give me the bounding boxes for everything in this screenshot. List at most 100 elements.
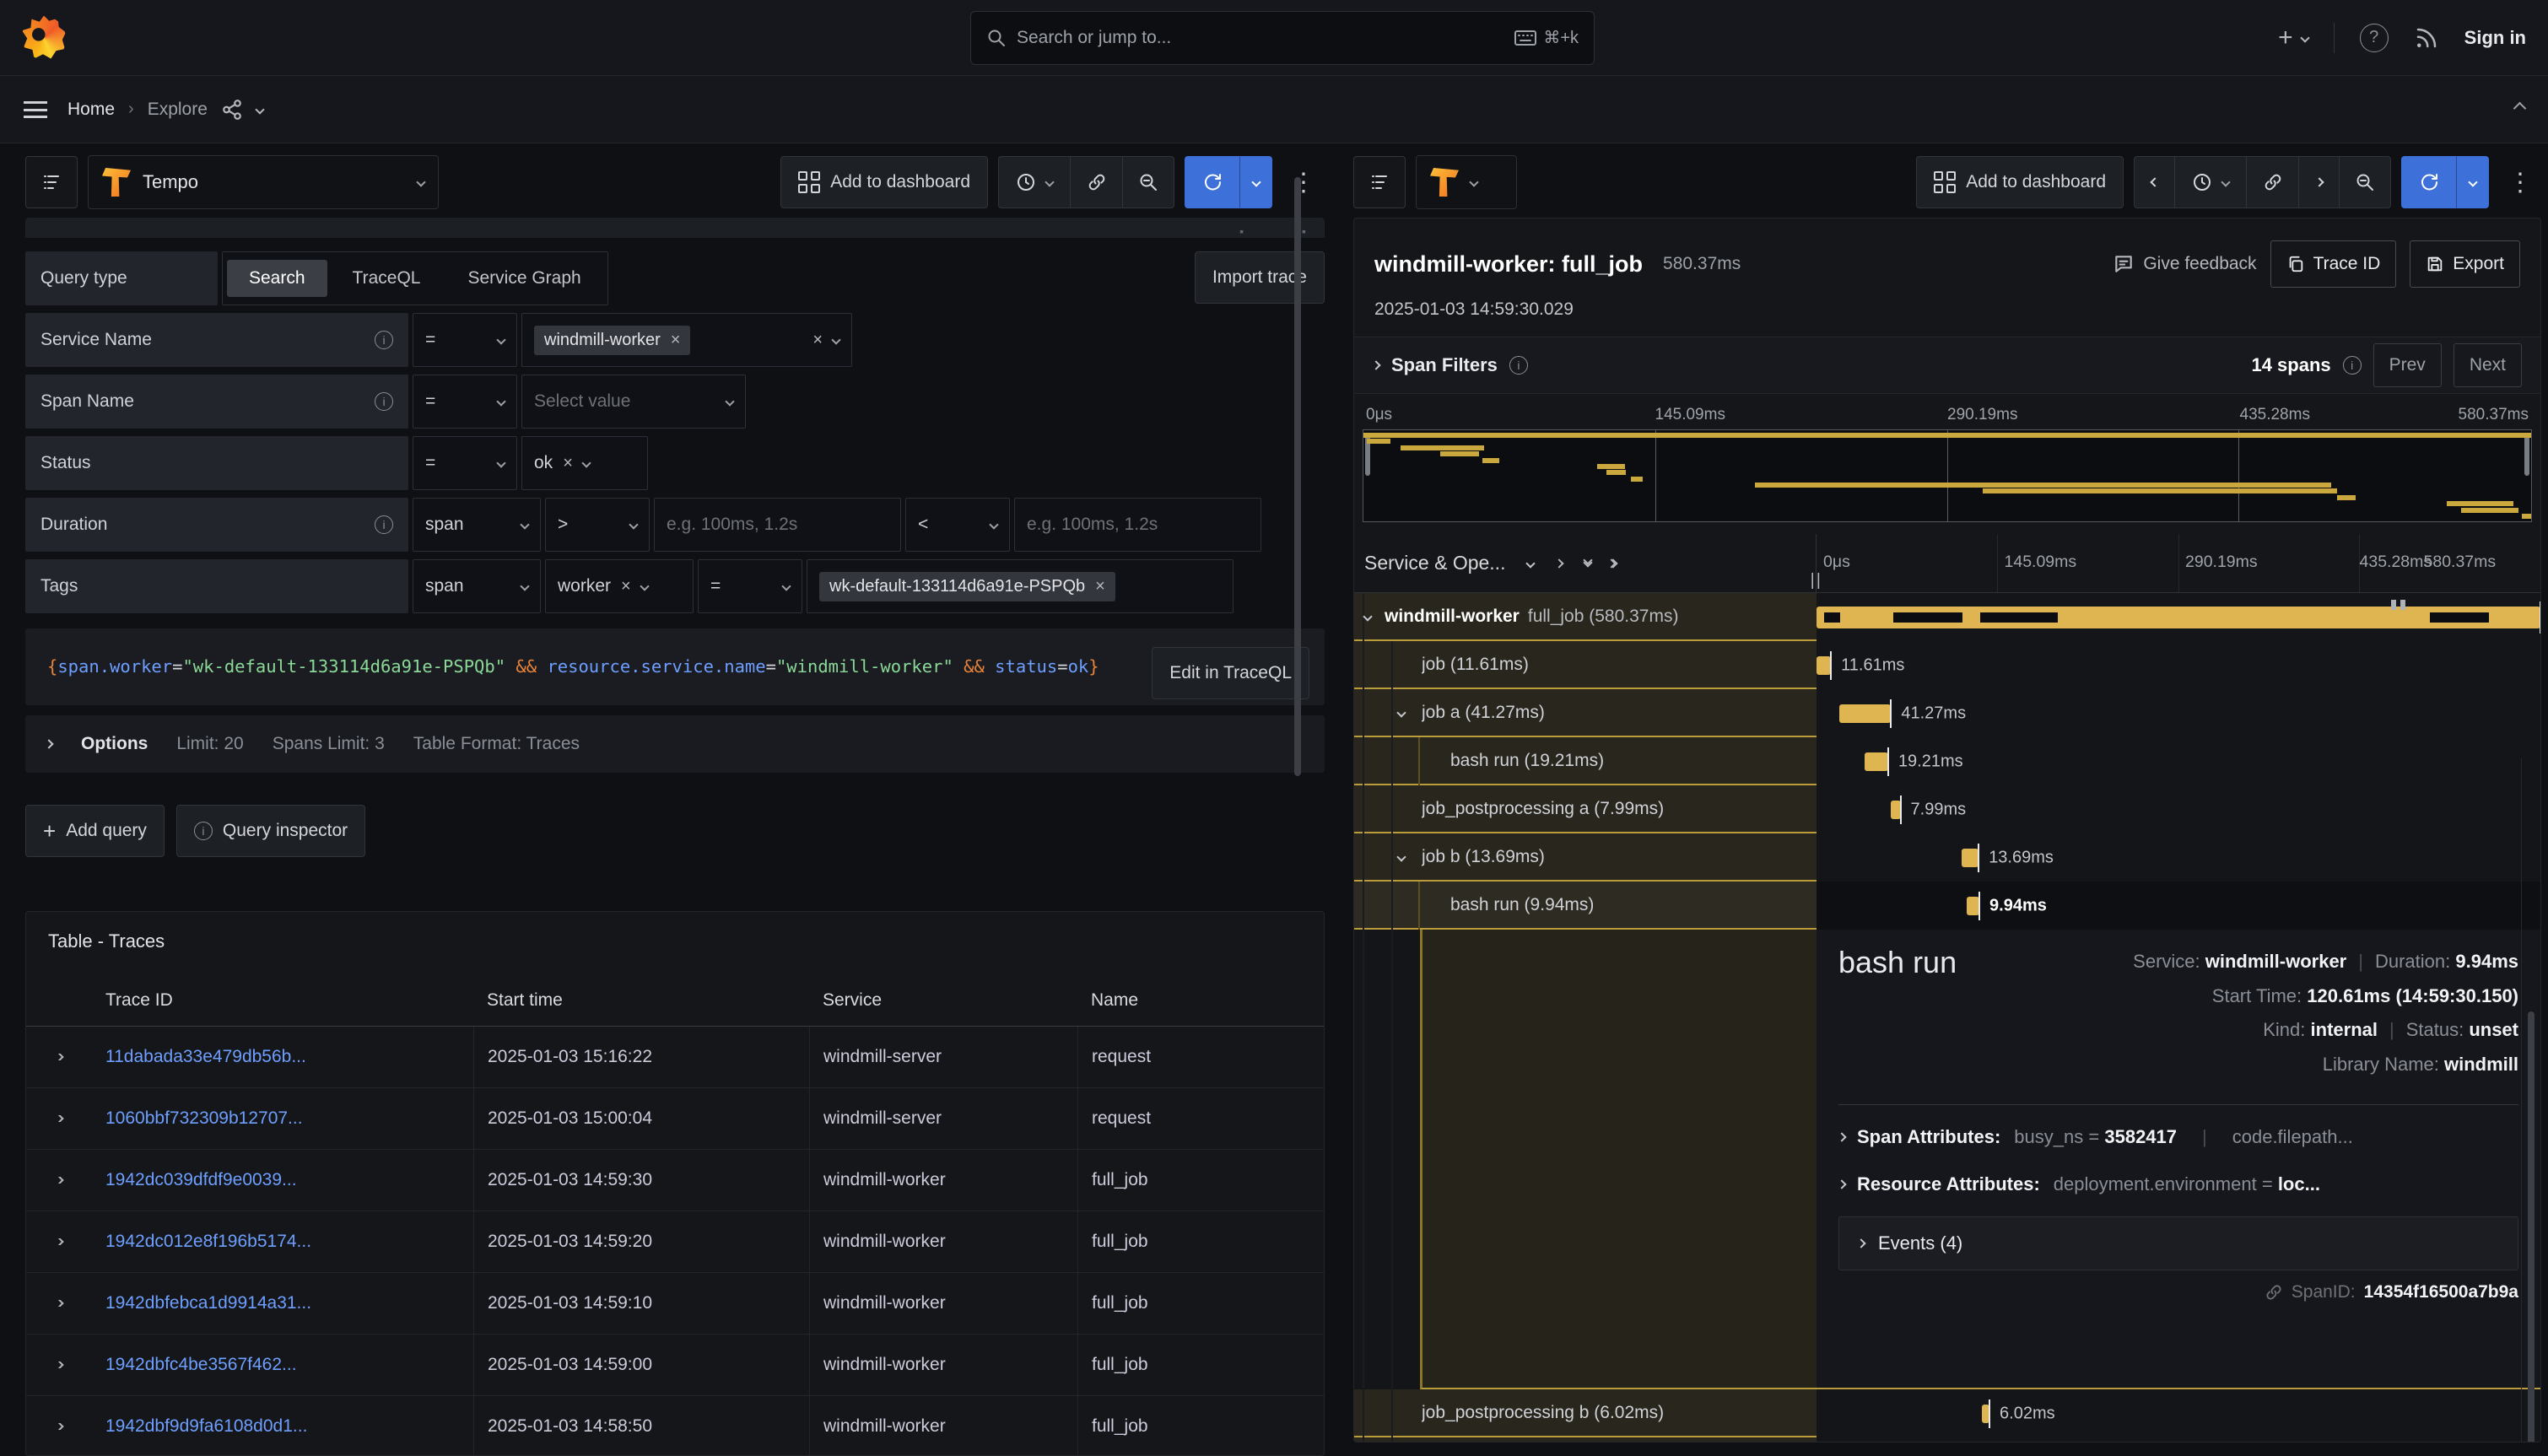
close-icon[interactable]: × xyxy=(621,578,631,595)
datasource-picker[interactable] xyxy=(1416,155,1517,209)
resource-attributes-row[interactable]: Resource Attributes: deployment.environm… xyxy=(1838,1161,2518,1208)
news-rss-icon[interactable] xyxy=(2414,25,2439,51)
give-feedback-button[interactable]: Give feedback xyxy=(2113,253,2256,275)
duration-max-input[interactable]: e.g. 100ms, 1.2s xyxy=(1014,498,1261,552)
span-bar-cell[interactable] xyxy=(1817,593,2540,641)
breadcrumb-explore[interactable]: Explore xyxy=(148,100,208,120)
time-shift-left-button[interactable] xyxy=(2134,156,2174,208)
duration-min-input[interactable]: e.g. 100ms, 1.2s xyxy=(654,498,901,552)
expand-row-icon[interactable] xyxy=(54,1362,63,1368)
trace-id-link[interactable]: 1942dc039dfdf9e0039... xyxy=(92,1170,473,1190)
span-bar[interactable] xyxy=(1817,656,1831,675)
add-query-button[interactable]: + Add query xyxy=(25,805,165,857)
chevron-down-icon[interactable] xyxy=(1396,852,1406,861)
zoom-out-button[interactable] xyxy=(1122,156,1174,208)
col-start-time[interactable]: Start time xyxy=(473,990,809,1011)
table-row[interactable]: 1942dc012e8f196b5174... 2025-01-03 14:59… xyxy=(26,1211,1324,1273)
trace-id-link[interactable]: 1942dc012e8f196b5174... xyxy=(92,1232,473,1252)
span-attributes-row[interactable]: Span Attributes: busy_ns = 3582417 | cod… xyxy=(1838,1114,2518,1161)
status-value-select[interactable]: ok × xyxy=(521,436,648,490)
col-name[interactable]: Name xyxy=(1077,990,1307,1011)
service-name-value-select[interactable]: windmill-worker× × xyxy=(521,313,852,367)
expand-row-icon[interactable] xyxy=(54,1054,63,1060)
span-bar-cell[interactable]: 11.61ms xyxy=(1817,641,2540,689)
collapse-all-icon[interactable] xyxy=(1584,561,1591,566)
trace-id-link[interactable]: 1060bbf732309b12707... xyxy=(92,1108,473,1129)
menu-icon[interactable] xyxy=(24,101,47,118)
kebab-menu-icon[interactable]: ⋮ xyxy=(2499,168,2541,197)
duration-gt-select[interactable]: > xyxy=(545,498,650,552)
chevron-down-icon[interactable] xyxy=(1396,708,1406,717)
new-menu-button[interactable]: + xyxy=(2278,24,2308,52)
span-row-root[interactable]: windmill-workerfull_job (580.37ms) xyxy=(1354,593,2540,641)
tags-scope-select[interactable]: span xyxy=(413,559,541,613)
table-row[interactable]: 1942dc039dfdf9e0039... 2025-01-03 14:59:… xyxy=(26,1150,1324,1211)
span-row[interactable]: job (11.61ms) 11.61ms xyxy=(1354,641,2540,689)
help-icon[interactable]: ? xyxy=(2360,24,2389,52)
add-to-dashboard-button[interactable]: Add to dashboard xyxy=(1916,156,2124,208)
span-bar[interactable] xyxy=(1982,1405,1989,1423)
trace-id-button[interactable]: Trace ID xyxy=(2270,240,2397,288)
span-row[interactable]: job c (286.87ms) 286.87ms xyxy=(1354,1437,2540,1443)
search-field[interactable] xyxy=(1017,28,1504,48)
close-icon[interactable]: × xyxy=(1095,578,1105,595)
tags-key-select[interactable]: worker × xyxy=(545,559,694,613)
span-bar-cell[interactable]: 19.21ms xyxy=(1817,737,2540,785)
link-split-button[interactable] xyxy=(1070,156,1122,208)
outline-toggle-button[interactable] xyxy=(1353,156,1406,208)
time-shift-right-button[interactable] xyxy=(2298,156,2339,208)
close-icon[interactable]: × xyxy=(563,455,573,472)
trace-id-link[interactable]: 1942dbfebca1d9914a31... xyxy=(92,1293,473,1313)
span-row[interactable]: bash run (19.21ms) 19.21ms xyxy=(1354,737,2540,785)
duration-lt-select[interactable]: < xyxy=(905,498,1010,552)
tab-traceql[interactable]: TraceQL xyxy=(331,260,443,297)
events-section[interactable]: Events (4) xyxy=(1838,1216,2518,1270)
span-filters-bar[interactable]: Span Filters i 14 spans i Prev Next xyxy=(1354,337,2540,394)
table-row[interactable]: 11dabada33e479db56b... 2025-01-03 15:16:… xyxy=(26,1027,1324,1088)
trace-id-link[interactable]: 11dabada33e479db56b... xyxy=(92,1047,473,1067)
outline-toggle-button[interactable] xyxy=(25,156,78,208)
datasource-picker[interactable]: Tempo xyxy=(88,155,439,209)
span-bar-cell[interactable]: 13.69ms xyxy=(1817,833,2540,882)
span-bar[interactable] xyxy=(1839,704,1891,723)
service-operation-header[interactable]: Service & Ope... xyxy=(1364,552,1505,574)
value-chip[interactable]: windmill-worker× xyxy=(534,326,690,355)
minimap-canvas[interactable] xyxy=(1363,429,2532,522)
span-bar-cell[interactable]: 7.99ms xyxy=(1817,785,2540,833)
expand-row-icon[interactable] xyxy=(54,1300,63,1307)
expand-row-icon[interactable] xyxy=(54,1423,63,1430)
span-bar[interactable] xyxy=(1817,607,2540,628)
chevron-down-icon[interactable] xyxy=(1363,612,1372,621)
run-query-button[interactable] xyxy=(1185,156,1240,208)
chevron-down-icon[interactable] xyxy=(255,105,264,114)
span-row-selected[interactable]: bash run (9.94ms) 9.94ms xyxy=(1354,882,2540,930)
table-row[interactable]: 1942dbfebca1d9914a31... 2025-01-03 14:59… xyxy=(26,1273,1324,1335)
tags-value-select[interactable]: wk-default-133114d6a91e-PSPQb× xyxy=(807,559,1234,613)
expand-row-icon[interactable] xyxy=(54,1115,63,1122)
col-trace-id[interactable]: Trace ID xyxy=(92,990,473,1011)
span-bar[interactable] xyxy=(1967,897,1979,915)
share-icon[interactable] xyxy=(221,99,243,121)
query-row-header-clipped[interactable]: ▪▪ ▪ xyxy=(25,218,1325,238)
expand-all-icon[interactable] xyxy=(1613,560,1617,567)
import-trace-button[interactable]: Import trace xyxy=(1195,251,1325,304)
span-bar[interactable] xyxy=(1865,752,1888,771)
breadcrumb-home[interactable]: Home xyxy=(67,100,115,120)
grafana-logo[interactable] xyxy=(22,16,66,60)
next-span-button[interactable]: Next xyxy=(2454,343,2522,387)
span-bar[interactable] xyxy=(1962,849,1979,867)
edit-in-traceql-button[interactable]: Edit in TraceQL xyxy=(1152,647,1309,699)
search-input[interactable]: ⌘+k xyxy=(970,11,1595,65)
expand-row-icon[interactable] xyxy=(54,1238,63,1245)
status-operator-select[interactable]: = xyxy=(413,436,517,490)
value-chip[interactable]: wk-default-133114d6a91e-PSPQb× xyxy=(819,572,1115,601)
span-name-value-select[interactable]: Select value xyxy=(521,375,746,429)
span-bar[interactable] xyxy=(1891,801,1901,819)
span-name-operator-select[interactable]: = xyxy=(413,375,517,429)
zoom-out-button[interactable] xyxy=(2339,156,2391,208)
span-bar-cell[interactable]: 286.87ms xyxy=(1817,1437,2540,1443)
tab-search[interactable]: Search xyxy=(227,260,327,297)
table-row[interactable]: 1942dbf9d9fa6108d0d1... 2025-01-03 14:58… xyxy=(26,1396,1324,1456)
table-row[interactable]: 1942dbfc4be3567f462... 2025-01-03 14:59:… xyxy=(26,1335,1324,1396)
add-to-dashboard-button[interactable]: Add to dashboard xyxy=(780,156,988,208)
